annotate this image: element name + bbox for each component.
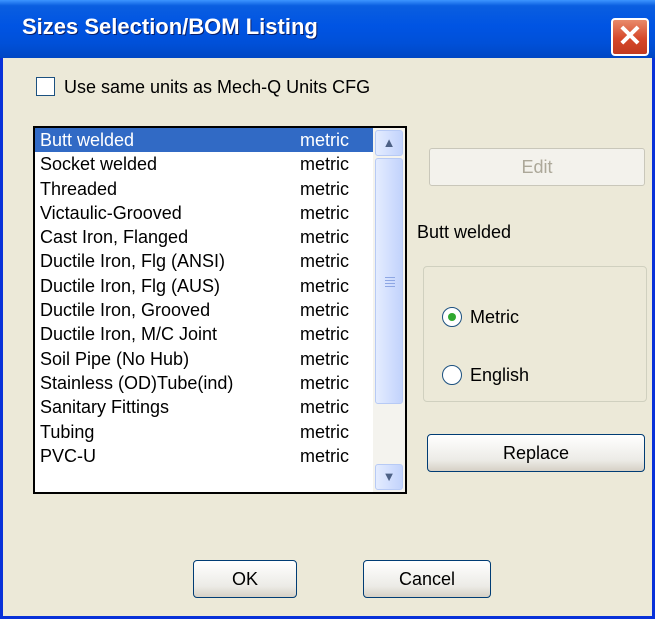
item-unit: metric	[300, 130, 349, 150]
window-title: Sizes Selection/BOM Listing	[22, 14, 318, 39]
list-item[interactable]: Sanitary Fittings metric	[35, 395, 375, 419]
item-name: Sanitary Fittings	[40, 397, 170, 418]
item-unit: metric	[300, 154, 349, 175]
item-unit: metric	[300, 202, 349, 223]
scroll-thumb[interactable]	[375, 158, 403, 404]
list-item[interactable]: Tubing metric	[35, 420, 375, 444]
grip-icon	[385, 277, 395, 289]
units-radio-group: Metric English	[423, 266, 647, 402]
scroll-up-button[interactable]: ▲	[375, 130, 403, 156]
item-name: Victaulic-Grooved	[40, 202, 182, 223]
fitting-type-listbox[interactable]: Butt welded metric Socket welded metric Thre…	[33, 126, 407, 494]
list-item[interactable]: PVC-U metric	[35, 444, 375, 468]
item-name: Threaded	[40, 178, 118, 199]
item-name: Cast Iron, Flanged	[40, 227, 189, 248]
list-item[interactable]: Ductile Iron, M/C Joint metric	[35, 322, 375, 346]
metric-radio[interactable]	[442, 307, 462, 327]
list-item[interactable]: Ductile Iron, Flg (ANSI) metric	[35, 249, 375, 273]
item-unit: metric	[300, 445, 349, 466]
chevron-up-icon: ▲	[382, 135, 396, 150]
same-units-label: Use same units as Mech-Q Units CFG	[64, 77, 371, 97]
title-bar[interactable]: Sizes Selection/BOM Listing ✕	[0, 0, 655, 58]
english-radio[interactable]	[442, 365, 462, 385]
list-item[interactable]: Victaulic-Grooved metric	[35, 201, 375, 225]
item-unit: metric	[300, 227, 349, 248]
chevron-down-icon: ▼	[382, 469, 396, 484]
item-unit: metric	[300, 397, 349, 418]
fitting-type-list: Butt welded metric Socket welded metric Thre…	[35, 128, 375, 468]
list-item[interactable]: Butt welded metric	[35, 128, 375, 153]
close-icon: ✕	[617, 20, 643, 53]
item-unit: metric	[300, 275, 349, 296]
list-item[interactable]: Stainless (OD)Tube(ind) metric	[35, 371, 375, 395]
item-name: Ductile Iron, Flg (ANSI)	[40, 251, 226, 272]
item-unit: metric	[300, 421, 349, 442]
item-name: Ductile Iron, Flg (AUS)	[40, 275, 221, 296]
radio-selected-dot	[448, 313, 456, 321]
list-item[interactable]: Socket welded metric	[35, 152, 375, 176]
item-name: Socket welded	[40, 154, 158, 175]
selected-fitting-name: Butt welded	[417, 222, 512, 242]
list-item[interactable]: Soil Pipe (No Hub) metric	[35, 347, 375, 371]
close-button[interactable]: ✕	[611, 18, 649, 56]
list-item[interactable]: Ductile Iron, Grooved metric	[35, 298, 375, 322]
item-unit: metric	[300, 348, 349, 369]
scroll-down-button[interactable]: ▼	[375, 464, 403, 490]
list-item[interactable]: Ductile Iron, Flg (AUS) metric	[35, 274, 375, 298]
item-unit: metric	[300, 324, 349, 345]
cancel-button[interactable]: Cancel	[363, 560, 491, 598]
item-name: Tubing	[40, 421, 95, 442]
item-unit: metric	[300, 372, 349, 393]
item-name: Butt welded	[40, 130, 135, 150]
edit-button[interactable]: Edit	[429, 148, 645, 186]
list-item[interactable]: Cast Iron, Flanged metric	[35, 225, 375, 249]
english-label[interactable]: English	[470, 364, 529, 386]
item-unit: metric	[300, 178, 349, 199]
dialog-window: Sizes Selection/BOM Listing ✕ Use same u…	[0, 0, 655, 619]
item-name: Soil Pipe (No Hub)	[40, 348, 190, 369]
metric-label[interactable]: Metric	[470, 306, 519, 328]
replace-button[interactable]: Replace	[427, 434, 645, 472]
list-scrollbar[interactable]: ▲ ▼	[373, 128, 405, 492]
item-name: Stainless (OD)Tube(ind)	[40, 372, 234, 393]
item-name: Ductile Iron, M/C Joint	[40, 324, 218, 345]
list-item[interactable]: Threaded metric	[35, 177, 375, 201]
ok-button[interactable]: OK	[193, 560, 297, 598]
item-unit: metric	[300, 300, 349, 321]
item-name: Ductile Iron, Grooved	[40, 300, 211, 321]
same-units-checkbox[interactable]	[36, 77, 55, 96]
item-unit: metric	[300, 251, 349, 272]
item-name: PVC-U	[40, 445, 97, 466]
